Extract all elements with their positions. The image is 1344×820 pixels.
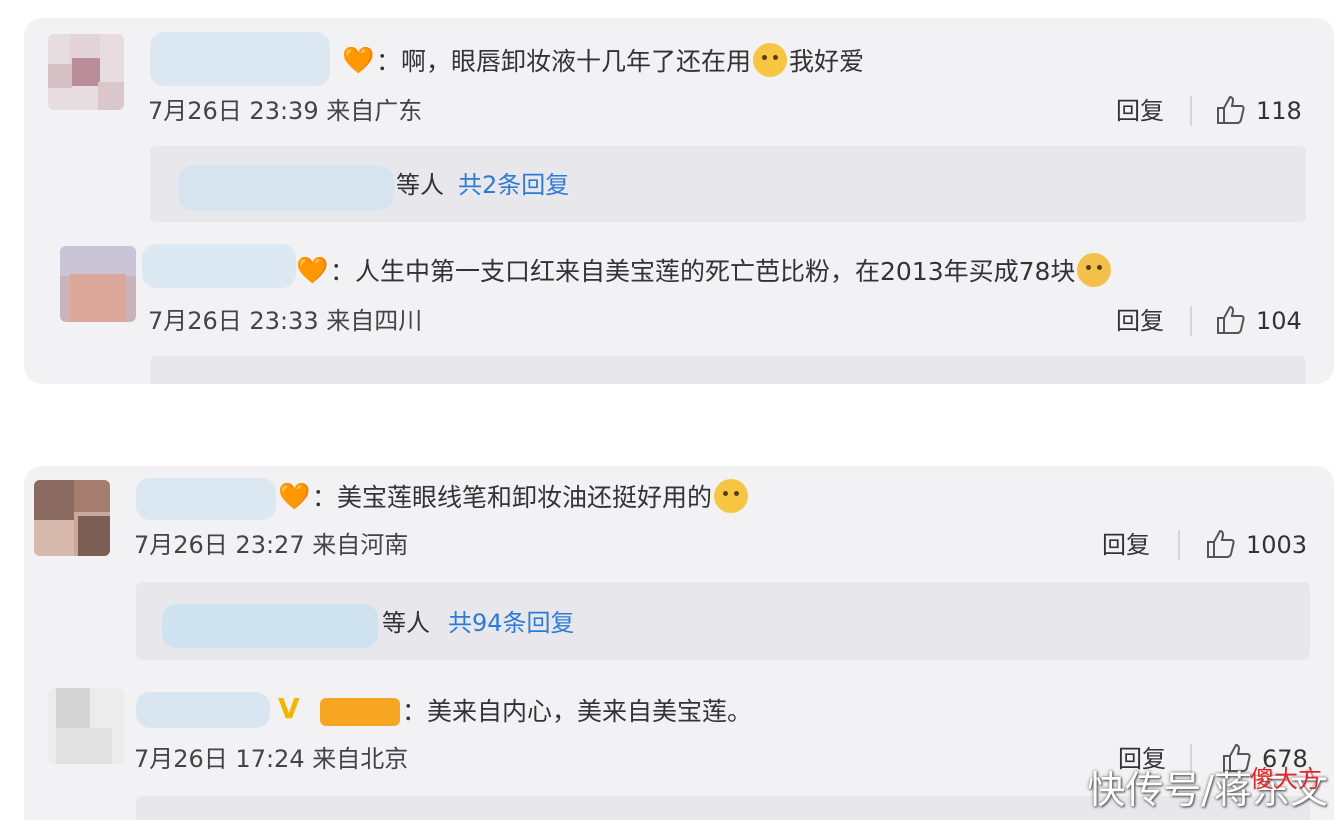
divider	[1190, 96, 1192, 126]
divider	[1178, 530, 1180, 560]
comment-meta: 7月26日 17:24 来自北京	[134, 745, 409, 773]
comment-text: ：美来自内心，美来自美宝莲。	[402, 697, 753, 726]
watermark-badge: 傻大方	[1250, 765, 1322, 793]
view-replies-link[interactable]: 共2条回复	[458, 170, 569, 200]
fan-heart-badge-icon: 🧡	[278, 482, 311, 512]
thumbs-up-icon[interactable]	[1204, 528, 1236, 560]
comment-meta: 7月26日 23:39 来自广东	[148, 97, 423, 125]
comment-meta: 7月26日 23:27 来自河南	[134, 531, 409, 559]
avatar[interactable]	[34, 480, 110, 556]
sub-replies-box-cut[interactable]	[150, 356, 1306, 384]
reply-button[interactable]: 回复	[1116, 306, 1164, 336]
reply-button[interactable]: 回复	[1102, 530, 1150, 560]
thumbs-up-icon[interactable]	[1214, 94, 1246, 126]
comment-text: ：人生中第一支口红来自美宝莲的死亡芭比粉，在2013年买成78块	[330, 253, 1113, 290]
fan-heart-badge-icon: 🧡	[296, 256, 329, 286]
avatar[interactable]	[48, 688, 124, 764]
username-blurred	[178, 166, 394, 210]
divider	[1190, 306, 1192, 336]
avatar[interactable]	[48, 34, 124, 110]
comment-meta: 7月26日 23:33 来自四川	[148, 307, 423, 335]
fan-heart-badge-icon: 🧡	[342, 46, 375, 76]
thumbs-up-icon[interactable]	[1214, 304, 1246, 336]
smile-emoji-icon	[714, 479, 749, 513]
v-verified-icon: V	[278, 692, 300, 725]
like-count: 104	[1256, 307, 1302, 335]
fan-badge-icon	[320, 698, 400, 726]
username-blurred[interactable]	[136, 478, 276, 520]
avatar[interactable]	[60, 246, 136, 322]
smile-emoji-icon	[753, 43, 788, 77]
comment-text: ：美宝莲眼线笔和卸妆油还挺好用的	[312, 479, 750, 516]
username-blurred[interactable]	[142, 244, 296, 288]
like-count: 1003	[1246, 531, 1308, 559]
sub-reply-users: 等人	[396, 171, 444, 199]
username-blurred	[162, 604, 378, 648]
sub-reply-users: 等人	[382, 609, 430, 637]
comment-text: ：啊，眼唇卸妆液十几年了还在用 我好爱	[376, 43, 864, 80]
reply-button[interactable]: 回复	[1116, 96, 1164, 126]
username-blurred[interactable]	[136, 692, 270, 728]
sub-replies-box[interactable]: 等人 共2条回复	[150, 146, 1306, 222]
username-blurred[interactable]	[150, 32, 330, 86]
sub-replies-box[interactable]: 等人 共94条回复	[136, 582, 1310, 660]
dog-emoji-icon	[1077, 253, 1112, 287]
view-replies-link[interactable]: 共94条回复	[448, 608, 575, 638]
comment-panel-1: 🧡 ：啊，眼唇卸妆液十几年了还在用 我好爱 7月26日 23:39 来自广东 回复…	[24, 18, 1334, 384]
like-count: 118	[1256, 97, 1302, 125]
